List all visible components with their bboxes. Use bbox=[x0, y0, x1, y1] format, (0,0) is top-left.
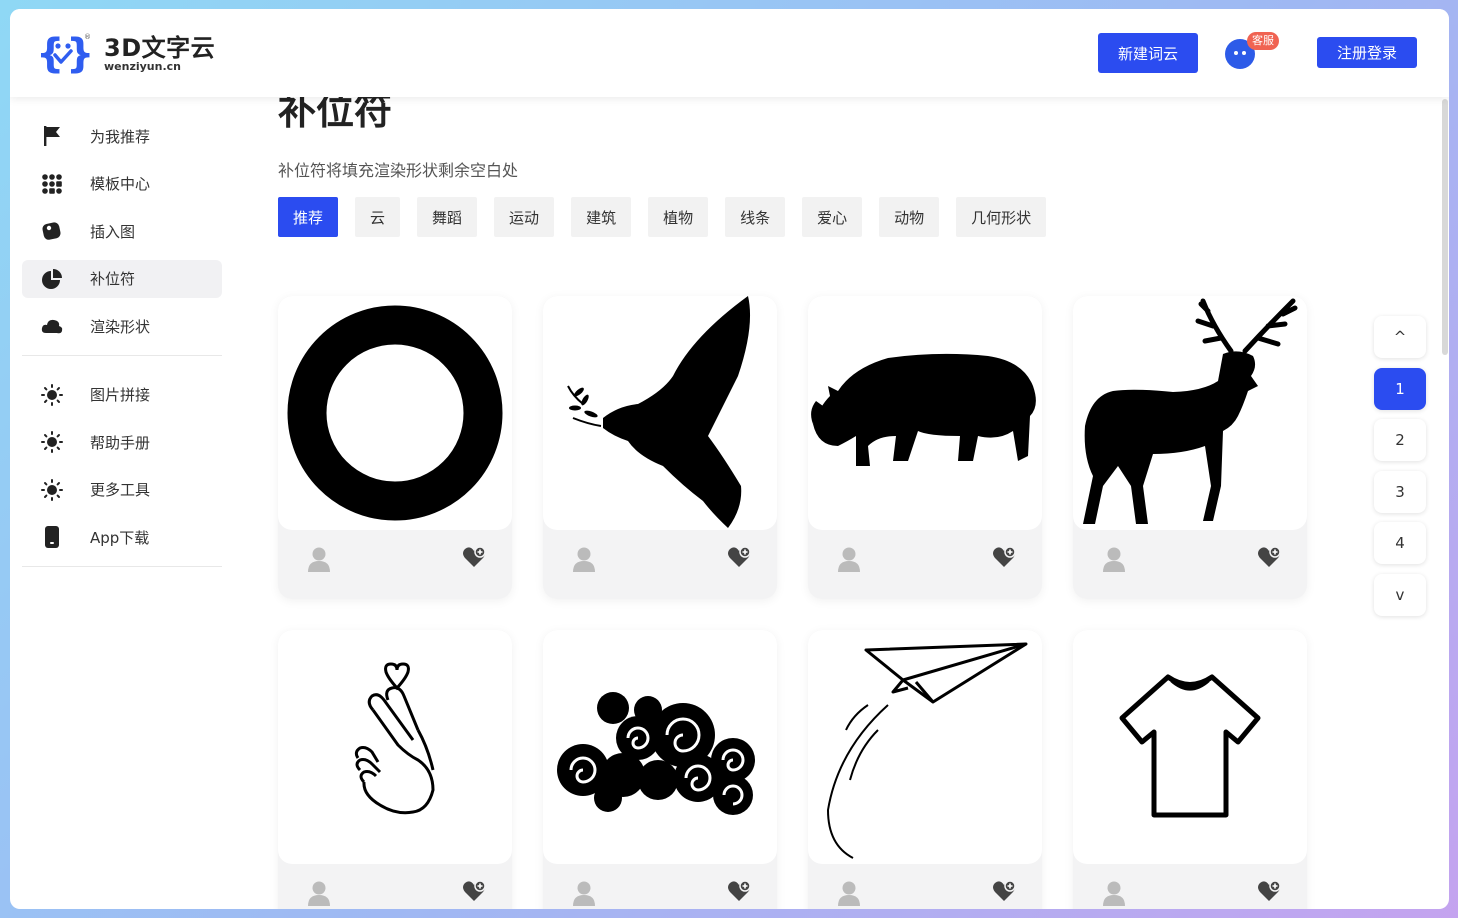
sidebar-item-more-tools[interactable]: 更多工具 bbox=[22, 471, 222, 509]
shape-card[interactable] bbox=[1073, 630, 1307, 909]
sun-icon bbox=[40, 383, 64, 407]
app-window: { } ® 3D文字云 wenziyun.cn 新建词云 客服 注册登录 为我推… bbox=[10, 9, 1449, 909]
sun-icon bbox=[40, 478, 64, 502]
grid-icon bbox=[40, 172, 64, 196]
filter-geometric[interactable]: 几何形状 bbox=[956, 197, 1047, 237]
filter-love[interactable]: 爱心 bbox=[802, 197, 863, 237]
sidebar-item-app-download[interactable]: App下载 bbox=[22, 518, 222, 556]
sidebar-item-insert-image[interactable]: 插入图 bbox=[22, 212, 222, 250]
page-button-4[interactable]: 4 bbox=[1374, 522, 1426, 564]
shape-card[interactable] bbox=[278, 296, 512, 599]
favorite-add-icon[interactable] bbox=[462, 546, 486, 568]
filter-plant[interactable]: 植物 bbox=[648, 197, 709, 237]
category-filters: 推荐 云 舞蹈 运动 建筑 植物 线条 爱心 动物 几何形状 bbox=[278, 197, 1063, 237]
customer-service-button[interactable]: 客服 bbox=[1220, 31, 1284, 75]
filter-sport[interactable]: 运动 bbox=[494, 197, 555, 237]
page-button-1[interactable]: 1 bbox=[1374, 367, 1426, 410]
sidebar: 为我推荐 模板中心 插入图 补位符 渲染形状 图片拼接 帮助手册 更多工具 Ap… bbox=[22, 117, 222, 567]
sidebar-item-templates[interactable]: 模板中心 bbox=[22, 165, 222, 203]
sidebar-item-label: 补位符 bbox=[90, 270, 136, 288]
ring-shape bbox=[287, 305, 503, 521]
user-avatar-icon[interactable] bbox=[308, 880, 330, 906]
favorite-add-icon[interactable] bbox=[462, 880, 486, 902]
user-avatar-icon[interactable] bbox=[573, 880, 595, 906]
image-icon bbox=[40, 219, 64, 243]
shape-card[interactable] bbox=[543, 630, 777, 909]
paper-plane-shape bbox=[826, 642, 1028, 859]
favorite-add-icon[interactable] bbox=[727, 546, 751, 568]
service-badge: 客服 bbox=[1247, 32, 1279, 50]
filter-animal[interactable]: 动物 bbox=[879, 197, 940, 237]
favorite-add-icon[interactable] bbox=[727, 880, 751, 902]
flag-icon bbox=[40, 124, 64, 148]
shape-card[interactable] bbox=[1073, 296, 1307, 599]
sidebar-item-label: 渲染形状 bbox=[90, 317, 151, 336]
sidebar-item-placeholder[interactable]: 补位符 bbox=[22, 259, 222, 298]
shape-card[interactable] bbox=[278, 630, 512, 909]
page-description: 补位符将填充渲染形状剩余空白处 bbox=[278, 161, 519, 180]
svg-text:®: ® bbox=[84, 33, 90, 41]
finger-heart-shape bbox=[354, 662, 435, 815]
sidebar-item-image-stitch[interactable]: 图片拼接 bbox=[22, 376, 222, 414]
favorite-add-icon[interactable] bbox=[1257, 546, 1281, 568]
pie-icon bbox=[40, 267, 64, 291]
filter-dance[interactable]: 舞蹈 bbox=[417, 197, 478, 237]
cloud-swirl-shape bbox=[557, 692, 755, 815]
scrollbar[interactable] bbox=[1442, 99, 1448, 355]
sidebar-item-label: 图片拼接 bbox=[90, 386, 151, 404]
logo-title: 3D文字云 bbox=[104, 34, 216, 62]
svg-text:{: { bbox=[36, 31, 64, 75]
shape-card[interactable] bbox=[808, 630, 1042, 909]
sidebar-item-render-shape[interactable]: 渲染形状 bbox=[22, 307, 222, 345]
sidebar-item-label: 插入图 bbox=[90, 222, 136, 241]
logo-icon: { } ® bbox=[36, 31, 90, 75]
sidebar-item-label: 更多工具 bbox=[90, 481, 151, 499]
user-avatar-icon[interactable] bbox=[838, 880, 860, 906]
user-avatar-icon[interactable] bbox=[1103, 546, 1125, 572]
favorite-add-icon[interactable] bbox=[992, 880, 1016, 902]
logo[interactable]: { } ® 3D文字云 wenziyun.cn bbox=[36, 31, 215, 75]
sidebar-item-label: App下载 bbox=[90, 528, 150, 547]
cloud-icon bbox=[40, 314, 64, 338]
tshirt-shape bbox=[1119, 674, 1261, 818]
filter-lines[interactable]: 线条 bbox=[725, 197, 786, 237]
page-button-2[interactable]: 2 bbox=[1374, 419, 1426, 461]
sidebar-divider bbox=[22, 566, 222, 567]
favorite-add-icon[interactable] bbox=[1257, 880, 1281, 902]
deer-shape bbox=[1083, 298, 1298, 524]
logo-subtitle: wenziyun.cn bbox=[104, 60, 181, 73]
page-up-button[interactable]: ^ bbox=[1374, 316, 1426, 358]
sidebar-item-help[interactable]: 帮助手册 bbox=[22, 423, 222, 461]
login-register-button[interactable]: 注册登录 bbox=[1317, 37, 1417, 68]
filter-architecture[interactable]: 建筑 bbox=[571, 197, 632, 237]
filter-recommend[interactable]: 推荐 bbox=[278, 197, 339, 237]
user-avatar-icon[interactable] bbox=[573, 546, 595, 572]
user-avatar-icon[interactable] bbox=[838, 546, 860, 572]
phone-icon bbox=[40, 525, 64, 549]
page-button-3[interactable]: 3 bbox=[1374, 470, 1426, 513]
shape-card[interactable] bbox=[808, 296, 1042, 599]
pagination: ^ 1 2 3 4 v bbox=[1374, 316, 1428, 625]
rhino-shape bbox=[811, 353, 1036, 466]
shape-card[interactable] bbox=[543, 296, 777, 599]
new-wordcloud-button[interactable]: 新建词云 bbox=[1098, 33, 1198, 73]
sidebar-item-label: 为我推荐 bbox=[90, 127, 151, 146]
sidebar-divider bbox=[22, 354, 222, 356]
sidebar-item-label: 模板中心 bbox=[90, 175, 151, 193]
sun-icon bbox=[40, 430, 64, 454]
page-down-button[interactable]: v bbox=[1374, 573, 1426, 616]
sidebar-item-recommend[interactable]: 为我推荐 bbox=[22, 117, 222, 155]
favorite-add-icon[interactable] bbox=[992, 546, 1016, 568]
dove-shape bbox=[567, 296, 751, 528]
user-avatar-icon[interactable] bbox=[308, 546, 330, 572]
user-avatar-icon[interactable] bbox=[1103, 880, 1125, 906]
sidebar-item-label: 帮助手册 bbox=[90, 433, 151, 452]
filter-cloud[interactable]: 云 bbox=[355, 197, 401, 237]
top-bar: { } ® 3D文字云 wenziyun.cn 新建词云 客服 注册登录 bbox=[10, 9, 1449, 97]
